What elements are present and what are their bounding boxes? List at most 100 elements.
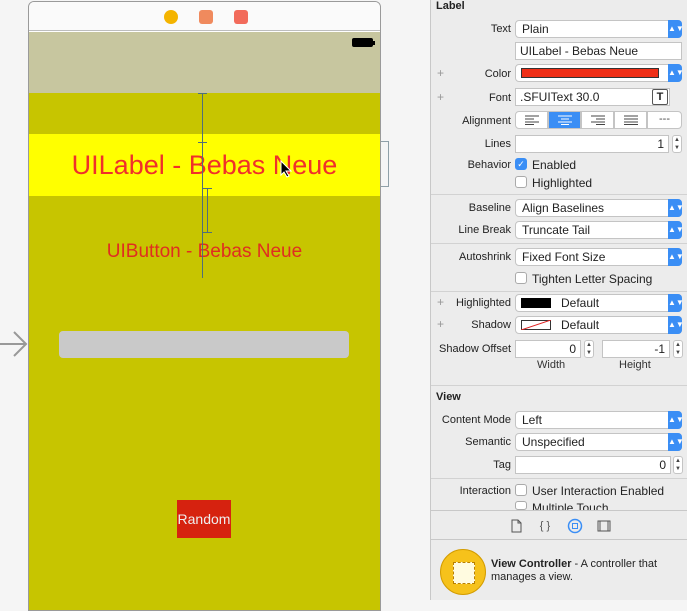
chevron-updown-icon: ▲▼ <box>668 20 684 38</box>
chevron-updown-icon: ▲▼ <box>668 64 684 82</box>
constraint-guide-short[interactable] <box>207 188 208 232</box>
exit-dock-icon[interactable] <box>234 10 248 24</box>
multiple-touch-checkbox[interactable] <box>515 501 527 510</box>
text-value-field[interactable]: UILabel - Bebas Neue <box>515 42 682 60</box>
baseline-popup[interactable]: Align Baselines ▲▼ <box>515 199 684 217</box>
chevron-updown-icon: ▲▼ <box>668 248 684 266</box>
semantic-popup[interactable]: Unspecified ▲▼ <box>515 433 684 451</box>
tighten-letter-spacing-label: Tighten Letter Spacing <box>532 272 653 286</box>
color-popup[interactable]: ▲▼ <box>515 64 684 82</box>
enabled-checkbox[interactable]: ✓ <box>515 158 527 170</box>
object-icon[interactable] <box>567 518 583 534</box>
shadow-offset-row-label: Shadow Offset <box>439 343 511 355</box>
font-picker-icon[interactable]: T <box>652 89 668 105</box>
behavior-row-label: Behavior <box>467 159 511 171</box>
width-sublabel: Width <box>537 359 566 371</box>
text-row-label: Text <box>490 23 511 35</box>
color-row-label: Color <box>484 68 511 80</box>
baseline-row-label: Baseline <box>468 202 511 214</box>
tag-stepper[interactable]: ▲ ▼ <box>673 456 683 474</box>
shadow-popup[interactable]: Default ▲▼ <box>515 316 684 334</box>
media-icon[interactable] <box>596 518 612 534</box>
lines-row-label: Lines <box>484 138 511 150</box>
view-controller-icon[interactable] <box>440 549 486 595</box>
shadow-value: Default <box>561 318 600 332</box>
shadow-width-stepper[interactable]: ▲ ▼ <box>584 340 594 358</box>
constraint-guide-cap-short-top <box>203 188 212 189</box>
align-natural-icon: --- <box>659 113 670 125</box>
uilabel[interactable]: UILabel - Bebas Neue <box>29 134 380 196</box>
baseline-value: Align Baselines <box>522 201 605 215</box>
content-mode-value: Left <box>522 413 543 427</box>
line-break-popup[interactable]: Truncate Tail ▲▼ <box>515 221 684 239</box>
view-section-title: View <box>436 391 461 403</box>
uibutton[interactable]: UIButton - Bebas Neue <box>29 241 380 263</box>
constraint-guide-vertical[interactable] <box>202 93 203 278</box>
lines-field[interactable]: 1 <box>515 135 669 153</box>
entry-point-arrow-icon[interactable] <box>0 330 28 358</box>
chevron-updown-icon: ▲▼ <box>668 411 684 429</box>
constraint-guide-cap-top <box>198 93 207 94</box>
font-field[interactable]: .SFUIText 30.0 <box>515 88 670 106</box>
align-natural-segment[interactable]: --- <box>647 111 682 129</box>
autoshrink-popup[interactable]: Fixed Font Size ▲▼ <box>515 248 684 266</box>
text-field[interactable] <box>59 331 349 358</box>
attributes-inspector: Label Text Plain ▲▼ UILabel - Bebas Neue… <box>430 0 687 600</box>
autoshrink-value: Fixed Font Size <box>522 250 606 264</box>
user-interaction-checkbox[interactable] <box>515 484 527 496</box>
alignment-row-label: Alignment <box>462 115 511 127</box>
chevron-updown-icon: ▲▼ <box>668 221 684 239</box>
font-row-label: Font <box>488 92 511 104</box>
chevron-updown-icon: ▲▼ <box>668 433 684 451</box>
scene-dock <box>29 2 380 31</box>
view-controller-scene[interactable]: UILabel - Bebas Neue UIButton - Bebas Ne… <box>28 1 381 611</box>
first-responder-dock-icon[interactable] <box>199 10 213 24</box>
multiple-touch-label: Multiple Touch <box>532 501 609 510</box>
separator <box>431 291 687 292</box>
highlighted-checkbox-label: Highlighted <box>532 176 593 190</box>
align-left-icon <box>525 115 539 125</box>
root-view[interactable]: UILabel - Bebas Neue UIButton - Bebas Ne… <box>29 93 380 610</box>
battery-icon <box>352 38 375 47</box>
separator <box>431 478 687 479</box>
text-type-value: Plain <box>522 22 549 36</box>
storyboard-canvas[interactable]: UILabel - Bebas Neue UIButton - Bebas Ne… <box>0 0 430 611</box>
separator <box>431 385 687 386</box>
text-type-popup[interactable]: Plain ▲▼ <box>515 20 684 38</box>
tighten-letter-spacing-checkbox[interactable] <box>515 272 527 284</box>
view-controller-dock-icon[interactable] <box>164 10 178 24</box>
font-value: .SFUIText 30.0 <box>520 90 600 104</box>
label-section-title: Label <box>436 0 465 12</box>
constraint-guide-cap-mid <box>198 142 207 143</box>
align-justified-icon <box>624 115 638 125</box>
highlighted-color-popup[interactable]: Default ▲▼ <box>515 294 684 312</box>
chevron-updown-icon: ▲▼ <box>668 316 684 334</box>
align-right-segment[interactable] <box>581 111 614 129</box>
chevron-updown-icon: ▲▼ <box>668 294 684 312</box>
line-break-row-label: Line Break <box>458 224 511 236</box>
align-left-segment[interactable] <box>515 111 548 129</box>
shadow-height-stepper[interactable]: ▲ ▼ <box>673 340 683 358</box>
content-mode-popup[interactable]: Left ▲▼ <box>515 411 684 429</box>
constraint-guide-cap-short-bottom <box>203 232 212 233</box>
library-item-view-controller[interactable]: View Controller - A controller that mana… <box>491 558 681 584</box>
status-bar <box>29 32 380 93</box>
highlighted-checkbox[interactable] <box>515 176 527 188</box>
library-tab-bar: { } <box>431 510 687 540</box>
height-sublabel: Height <box>619 359 651 371</box>
shadow-row-label: Shadow <box>471 319 511 331</box>
content-mode-row-label: Content Mode <box>441 414 511 426</box>
size-indicator <box>381 141 389 187</box>
file-icon[interactable] <box>508 518 524 534</box>
align-center-icon <box>558 115 572 125</box>
align-center-segment[interactable] <box>548 111 581 129</box>
shadow-height-field[interactable]: -1 <box>602 340 670 358</box>
lines-stepper[interactable]: ▲ ▼ <box>672 135 682 153</box>
random-button[interactable]: Random <box>177 500 231 538</box>
color-swatch <box>521 68 659 78</box>
align-justified-segment[interactable] <box>614 111 647 129</box>
braces-icon[interactable]: { } <box>537 518 553 534</box>
tag-field[interactable]: 0 <box>515 456 671 474</box>
view-controller-icon-frame <box>453 562 475 584</box>
shadow-width-field[interactable]: 0 <box>515 340 581 358</box>
